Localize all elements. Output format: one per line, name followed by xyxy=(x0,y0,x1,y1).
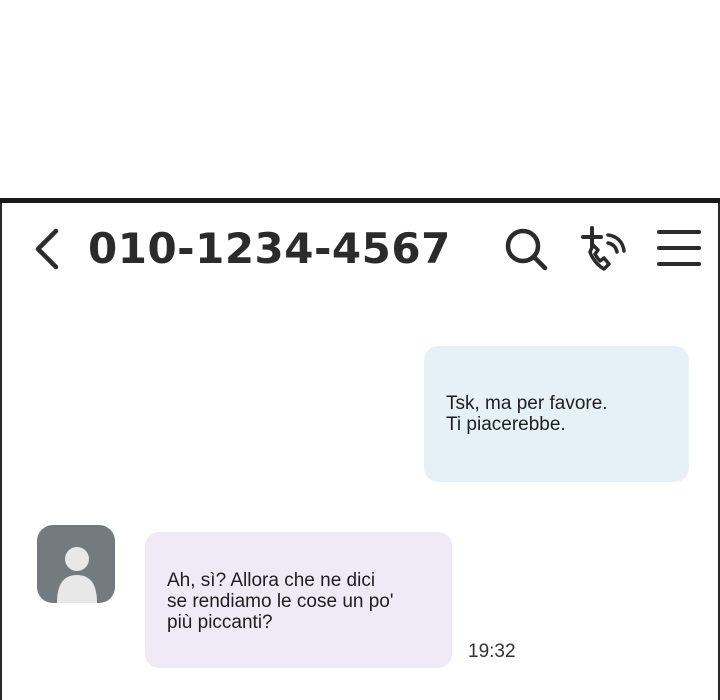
chat-header: 010-1234-4567 xyxy=(0,203,720,295)
message-text-line: Ti piacerebbe. xyxy=(446,414,566,435)
message-text-line: Tsk, ma per favore. xyxy=(446,393,608,414)
incoming-message-bubble[interactable]: Ah, sì? Allora che ne dici se rendiamo l… xyxy=(145,532,452,668)
user-silhouette-icon xyxy=(57,547,97,603)
search-icon[interactable] xyxy=(502,225,550,273)
message-timestamp: 19:32 xyxy=(468,641,516,662)
blank-panel-top xyxy=(0,0,720,198)
page: 010-1234-4567 Tsk, ma per favore. Ti pia… xyxy=(0,0,720,700)
message-text-line: più piccanti? xyxy=(167,612,273,633)
chat-screen: 010-1234-4567 Tsk, ma per favore. Ti pia… xyxy=(0,198,720,700)
hamburger-menu-icon[interactable] xyxy=(656,225,702,271)
message-text-line: se rendiamo le cose un po' xyxy=(167,591,394,612)
phone-frame-edge-left xyxy=(0,203,2,700)
chevron-left-icon[interactable] xyxy=(30,227,66,271)
message-text-line: Ah, sì? Allora che ne dici xyxy=(167,570,376,591)
contact-number-title: 010-1234-4567 xyxy=(88,224,451,273)
avatar[interactable] xyxy=(37,525,115,603)
outgoing-message-bubble[interactable]: Tsk, ma per favore. Ti piacerebbe. xyxy=(424,346,689,482)
phone-add-icon[interactable] xyxy=(580,225,632,275)
